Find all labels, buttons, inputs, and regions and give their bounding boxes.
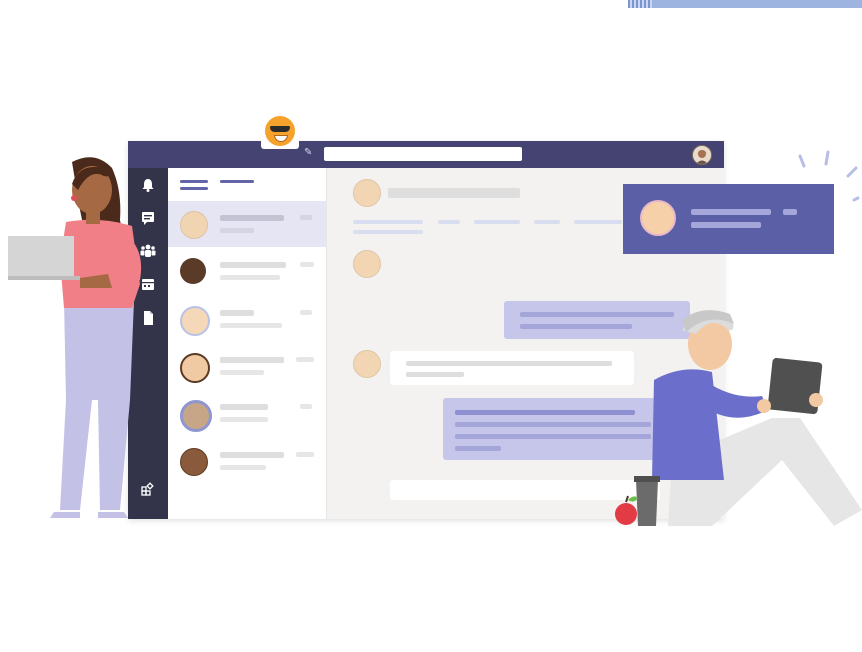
row-title-bar (220, 404, 268, 410)
row-preview-bar (220, 323, 282, 328)
row-time-bar (300, 404, 312, 409)
compose-icon[interactable]: ✎ (304, 148, 314, 158)
search-input[interactable] (324, 147, 522, 161)
avatar (640, 200, 676, 236)
avatar (353, 250, 381, 278)
chat-row[interactable] (168, 438, 326, 484)
avatar (180, 306, 210, 336)
avatar (180, 258, 206, 284)
row-title-bar (220, 452, 284, 458)
notification-title-bar (691, 209, 771, 215)
notification-preview-bar (691, 222, 761, 228)
chat-list (168, 168, 327, 519)
sunglasses-emoji-icon (265, 116, 295, 146)
row-time-bar (300, 262, 314, 267)
chat-row[interactable] (168, 296, 326, 342)
chat-row-selected[interactable] (168, 201, 326, 247)
row-time-bar (300, 215, 312, 220)
corner-decoration (628, 0, 862, 8)
list-header-bar (220, 180, 254, 183)
list-header-bar (180, 187, 208, 190)
row-preview-bar (220, 228, 254, 233)
emoji-message (261, 113, 299, 149)
tab-bar (534, 220, 560, 224)
tab-bar (353, 230, 423, 234)
avatar-face-icon (693, 146, 711, 164)
row-title-bar (220, 357, 284, 363)
user-avatar[interactable] (692, 145, 712, 165)
row-title-bar (220, 215, 284, 221)
row-preview-bar (220, 465, 266, 470)
row-time-bar (300, 310, 312, 315)
row-preview-bar (220, 275, 280, 280)
title-bar: ✎ (128, 141, 724, 168)
avatar (180, 400, 212, 432)
tab-bar (353, 220, 423, 224)
row-preview-bar (220, 370, 264, 375)
row-title-bar (220, 310, 254, 316)
chat-row[interactable] (168, 343, 326, 389)
woman-with-laptop-illustration (8, 157, 142, 518)
avatar (180, 353, 210, 383)
chat-row[interactable] (168, 390, 326, 436)
man-with-tablet-illustration (615, 310, 862, 526)
message-bubble (390, 351, 634, 385)
avatar (353, 179, 381, 207)
row-preview-bar (220, 417, 268, 422)
notification-time-bar (783, 209, 797, 215)
avatar (180, 211, 208, 239)
chat-row[interactable] (168, 248, 326, 294)
tab-bar (474, 220, 520, 224)
avatar (353, 350, 381, 378)
row-title-bar (220, 262, 286, 268)
list-header-bar (180, 180, 208, 183)
tab-bar (438, 220, 460, 224)
conversation-title-bar (388, 188, 520, 198)
notification-card[interactable] (623, 184, 834, 254)
row-time-bar (296, 452, 314, 457)
tab-bar (574, 220, 622, 224)
row-time-bar (296, 357, 314, 362)
avatar (180, 448, 208, 476)
